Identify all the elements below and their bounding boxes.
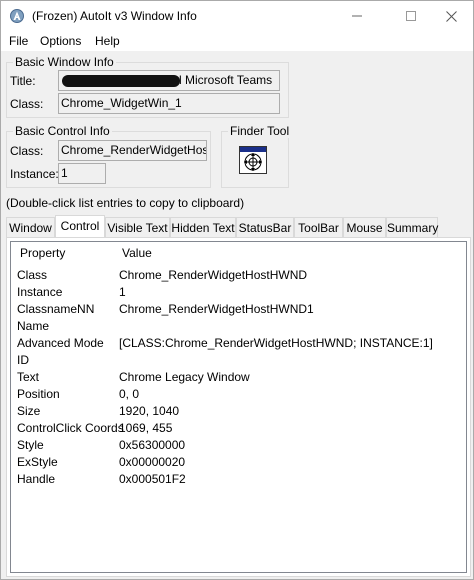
row-value: 0x00000020	[119, 455, 186, 469]
row-property: Text	[17, 370, 40, 384]
list-row[interactable]: Text Chrome Legacy Window	[11, 369, 466, 386]
list-row[interactable]: Name	[11, 318, 466, 335]
list-row[interactable]: ClassnameNN Chrome_RenderWidgetHostHWND1	[11, 301, 466, 318]
tab-hidden-text[interactable]: Hidden Text	[170, 217, 236, 237]
list-row[interactable]: Style 0x56300000	[11, 437, 466, 454]
title-bar[interactable]: (Frozen) AutoIt v3 Window Info	[1, 1, 473, 31]
minimize-icon	[352, 15, 362, 17]
property-list[interactable]: Property Value Class Chrome_RenderWidgetH…	[10, 241, 467, 573]
list-row[interactable]: ExStyle 0x00000020	[11, 454, 466, 471]
tab-toolbar[interactable]: ToolBar	[294, 217, 343, 237]
redaction-mark	[62, 75, 180, 87]
row-property: Size	[17, 404, 41, 418]
row-value: 1069, 455	[119, 421, 173, 435]
list-row[interactable]: Instance 1	[11, 284, 466, 301]
control-instance-label: Instance:	[10, 167, 59, 181]
row-property: Position	[17, 387, 60, 401]
finder-tool-button[interactable]	[239, 146, 267, 174]
row-property: ClassnameNN	[17, 302, 95, 316]
property-column-header[interactable]: Property	[20, 246, 65, 260]
row-value: Chrome_RenderWidgetHostHWND1	[119, 302, 314, 316]
autoit-window-info: (Frozen) AutoIt v3 Window Info File Opti…	[0, 0, 474, 580]
finder-tool-label: Finder Tool	[228, 124, 292, 138]
control-tab-panel: Property Value Class Chrome_RenderWidgetH…	[6, 237, 471, 577]
window-title-field[interactable]: l Microsoft Teams	[58, 70, 280, 91]
tab-control[interactable]: Control	[55, 215, 105, 237]
row-value: 0x56300000	[119, 438, 186, 452]
maximize-icon	[406, 11, 416, 21]
row-property: Style	[17, 438, 44, 452]
list-row[interactable]: Size 1920, 1040	[11, 403, 466, 420]
row-property: Advanced Mode	[17, 336, 104, 350]
row-value: 0, 0	[119, 387, 140, 401]
list-row[interactable]: Position 0, 0	[11, 386, 466, 403]
crosshair-icon	[240, 147, 266, 171]
window-title-label: Title:	[10, 74, 36, 88]
row-value: 1920, 1040	[119, 404, 180, 418]
row-property: Instance	[17, 285, 63, 299]
row-property: Class	[17, 268, 48, 282]
row-value: 1	[119, 285, 126, 299]
close-icon	[445, 10, 457, 22]
window-class-field[interactable]: Chrome_WidgetWin_1	[58, 93, 280, 114]
window-title: (Frozen) AutoIt v3 Window Info	[32, 9, 197, 23]
control-class-label: Class:	[10, 144, 44, 158]
autoit-app-icon	[10, 9, 24, 23]
basic-control-info-label: Basic Control Info	[13, 124, 112, 138]
row-value: Chrome Legacy Window	[119, 370, 250, 384]
minimize-button[interactable]	[334, 1, 380, 31]
window-title-value: l Microsoft Teams	[179, 73, 273, 87]
menu-bar: File Options Help	[1, 31, 473, 51]
row-value: [CLASS:Chrome_RenderWidgetHostHWND; INST…	[119, 336, 433, 350]
row-property: Handle	[17, 472, 56, 486]
row-property: Name	[17, 319, 50, 333]
row-value: Chrome_RenderWidgetHostHWND	[119, 268, 308, 282]
list-row[interactable]: ID	[11, 352, 466, 369]
menu-options[interactable]: Options	[38, 34, 83, 48]
clipboard-hint: (Double-click list entries to copy to cl…	[6, 196, 245, 210]
window-class-label: Class:	[10, 97, 44, 111]
row-property: ControlClick Coords	[17, 421, 124, 435]
control-class-field[interactable]: Chrome_RenderWidgetHostH\	[58, 140, 207, 161]
list-row[interactable]: ControlClick Coords 1069, 455	[11, 420, 466, 437]
list-row[interactable]: Handle 0x000501F2	[11, 471, 466, 488]
row-property: ID	[17, 353, 29, 367]
tab-window[interactable]: Window	[6, 217, 55, 237]
tab-strip: Window Control Visible Text Hidden Text …	[6, 215, 471, 238]
tab-mouse[interactable]: Mouse	[343, 217, 386, 237]
control-instance-field[interactable]: 1	[58, 163, 106, 184]
tab-statusbar[interactable]: StatusBar	[236, 217, 294, 237]
list-row[interactable]: Class Chrome_RenderWidgetHostHWND	[11, 267, 466, 284]
list-row[interactable]: Advanced Mode [CLASS:Chrome_RenderWidgetH…	[11, 335, 466, 352]
tab-visible-text[interactable]: Visible Text	[105, 217, 170, 237]
close-button[interactable]	[428, 1, 474, 31]
row-property: ExStyle	[17, 455, 58, 469]
basic-window-info-label: Basic Window Info	[13, 55, 116, 69]
tab-summary[interactable]: Summary	[386, 217, 438, 237]
value-column-header[interactable]: Value	[122, 246, 152, 260]
menu-file[interactable]: File	[7, 34, 30, 48]
menu-help[interactable]: Help	[93, 34, 122, 48]
row-value: 0x000501F2	[119, 472, 186, 486]
